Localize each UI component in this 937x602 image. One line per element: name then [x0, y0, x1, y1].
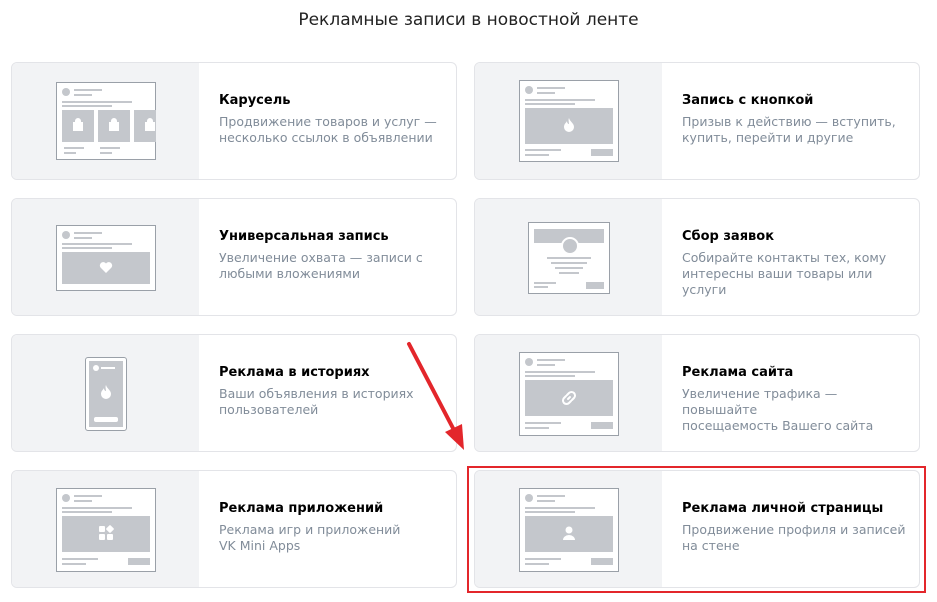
card-website[interactable]: Реклама сайта Увеличение трафика — повыш…: [474, 334, 920, 452]
card-universal-post[interactable]: Универсальная запись Увеличение охвата —…: [11, 198, 457, 316]
button-post-preview-icon: [475, 63, 662, 179]
card-personal-page[interactable]: Реклама личной страницы Продвижение проф…: [474, 470, 920, 588]
card-description: Призыв к действию — вступить, купить, пе…: [682, 114, 896, 145]
card-title: Запись с кнопкой: [682, 93, 814, 108]
card-apps[interactable]: Реклама приложений Реклама игр и приложе…: [11, 470, 457, 588]
card-description: Продвижение профиля и записей на стене: [682, 522, 906, 553]
card-description: Увеличение трафика — повышайте посещаемо…: [682, 386, 874, 433]
card-title: Реклама личной страницы: [682, 501, 884, 516]
apps-preview-icon: [12, 471, 199, 587]
red-arrow-icon: [407, 342, 464, 450]
card-description: Реклама игр и приложений VK Mini Apps: [219, 522, 401, 553]
universal-post-preview-icon: [12, 199, 199, 315]
card-description: Увеличение охвата — записи с любыми влож…: [219, 250, 423, 281]
card-title: Сбор заявок: [682, 229, 775, 244]
card-button-post[interactable]: Запись с кнопкой Призыв к действию — вст…: [474, 62, 920, 180]
card-title: Универсальная запись: [219, 229, 389, 244]
card-title: Карусель: [219, 93, 291, 108]
lead-form-preview-icon: [475, 199, 662, 315]
card-lead-form[interactable]: Сбор заявок Собирайте контакты тех, кому…: [474, 198, 920, 316]
stories-preview-icon: [12, 335, 199, 451]
personal-page-preview-icon: [475, 471, 662, 587]
card-stories[interactable]: Реклама в историях Ваши объявления в ист…: [11, 334, 457, 452]
website-preview-icon: [475, 335, 662, 451]
card-title: Реклама сайта: [682, 365, 794, 380]
page-title: Рекламные записи в новостной ленте: [298, 10, 639, 30]
carousel-preview-icon: [12, 63, 199, 179]
card-title: Реклама приложений: [219, 501, 384, 516]
card-description: Продвижение товаров и услуг — несколько …: [219, 114, 437, 145]
card-description: Собирайте контакты тех, кому интересны в…: [682, 250, 887, 297]
card-carousel[interactable]: Карусель Продвижение товаров и услуг — н…: [11, 62, 457, 180]
